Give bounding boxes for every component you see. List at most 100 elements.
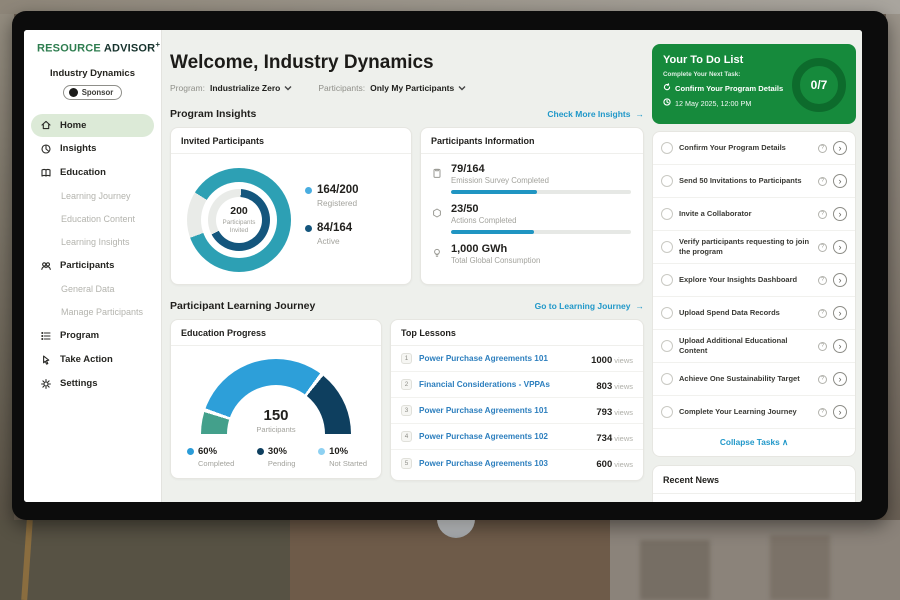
lesson-link[interactable]: Power Purchase Agreements 103 (419, 459, 589, 468)
task-checkbox[interactable] (661, 406, 673, 418)
section-title: Participant Learning Journey (170, 300, 315, 312)
task-row[interactable]: Achieve One Sustainability Target ? › (653, 363, 855, 396)
lesson-rank: 2 (401, 379, 412, 390)
sidebar-item-education[interactable]: Education (24, 161, 161, 185)
task-row[interactable]: Invite a Collaborator ? › (653, 198, 855, 231)
chevron-right-icon[interactable]: › (833, 339, 847, 353)
metric-value: 1,000 GWh (451, 243, 631, 255)
lesson-row: 1 Power Purchase Agreements 101 1000view… (391, 346, 643, 372)
legend-dot (187, 448, 194, 455)
lesson-link[interactable]: Power Purchase Agreements 101 (419, 406, 589, 415)
lesson-link[interactable]: Power Purchase Agreements 101 (419, 354, 584, 363)
info-icon[interactable]: ? (818, 210, 827, 219)
task-checkbox[interactable] (661, 175, 673, 187)
chevron-right-icon[interactable]: › (833, 207, 847, 221)
sidebar-item-insights[interactable]: Insights (24, 137, 161, 161)
sidebar-item-education-content[interactable]: Education Content (24, 208, 161, 231)
info-icon[interactable]: ? (818, 144, 827, 153)
sidebar-item-learning-insights[interactable]: Learning Insights (24, 231, 161, 254)
sidebar-item-home[interactable]: Home (31, 114, 154, 137)
program-filter-dropdown[interactable]: Industrialize Zero (210, 83, 292, 93)
chevron-right-icon[interactable]: › (833, 306, 847, 320)
task-checkbox[interactable] (661, 307, 673, 319)
task-checkbox[interactable] (661, 142, 673, 154)
chevron-right-icon[interactable]: › (833, 273, 847, 287)
card-title: Top Lessons (391, 320, 643, 346)
lesson-link[interactable]: Financial Considerations - VPPAs (419, 380, 589, 389)
background-blur-shape (640, 540, 710, 600)
sidebar-item-label: Insights (60, 143, 96, 154)
lesson-views: 600 (596, 459, 612, 470)
check-more-insights-link[interactable]: Check More Insights → (547, 109, 644, 119)
card-title: Participants Information (421, 128, 643, 154)
sidebar-item-manage-participants[interactable]: Manage Participants (24, 301, 161, 324)
task-row[interactable]: Upload Additional Educational Content ? … (653, 330, 855, 363)
gauge-center: 150 Participants (201, 407, 351, 434)
task-row[interactable]: Complete Your Learning Journey ? › (653, 396, 855, 429)
task-checkbox[interactable] (661, 340, 673, 352)
todo-next-task-label: Confirm Your Program Details (675, 84, 783, 93)
task-checkbox[interactable] (661, 241, 673, 253)
participants-filter-dropdown[interactable]: Only My Participants (370, 83, 466, 93)
background-band-left (0, 520, 290, 600)
invited-donut-body: 200 Participants Invited 164/200 Registe… (171, 154, 411, 272)
sidebar: RESOURCE ADVISOR+ Industry Dynamics Spon… (24, 30, 162, 502)
info-icon[interactable]: ? (818, 408, 827, 417)
metric-label: Actions Completed (451, 216, 631, 225)
program-filter: Program: Industrialize Zero (170, 83, 292, 93)
legend-label: Not Started (329, 459, 367, 468)
background-blur-shape (770, 535, 830, 600)
task-row[interactable]: Confirm Your Program Details ? › (653, 132, 855, 165)
info-icon[interactable]: ? (818, 276, 827, 285)
chevron-right-icon[interactable]: › (833, 240, 847, 254)
task-row[interactable]: Upload Spend Data Records ? › (653, 297, 855, 330)
task-checkbox[interactable] (661, 208, 673, 220)
task-checkbox[interactable] (661, 274, 673, 286)
metric-actions-completed: 23/50 Actions Completed (431, 203, 631, 234)
chevron-right-icon[interactable]: › (833, 372, 847, 386)
task-row[interactable]: Explore Your Insights Dashboard ? › (653, 264, 855, 297)
collapse-label: Collapse Tasks (720, 437, 780, 447)
legend-value: 60% (198, 446, 217, 457)
task-checkbox[interactable] (661, 373, 673, 385)
invited-participants-card: Invited Participants 200 Particip (170, 127, 412, 285)
sidebar-item-take-action[interactable]: Take Action (24, 348, 161, 372)
task-label: Verify participants requesting to join t… (679, 237, 812, 257)
metric-value: 23/50 (451, 203, 631, 215)
sidebar-item-settings[interactable]: Settings (24, 372, 161, 396)
info-icon[interactable]: ? (818, 177, 827, 186)
chevron-right-icon[interactable]: › (833, 141, 847, 155)
sidebar-item-general-data[interactable]: General Data (24, 278, 161, 301)
task-row[interactable]: Verify participants requesting to join t… (653, 231, 855, 264)
info-icon[interactable]: ? (818, 309, 827, 318)
task-row[interactable]: Send 50 Invitations to Participants ? › (653, 165, 855, 198)
views-suffix: views (614, 382, 633, 391)
learning-journey-header: Participant Learning Journey Go to Learn… (170, 300, 644, 312)
lesson-link[interactable]: Power Purchase Agreements 102 (419, 432, 589, 441)
legend-value: 84/164 (317, 222, 352, 234)
card-title: Education Progress (171, 320, 381, 346)
lesson-rank: 4 (401, 431, 412, 442)
sidebar-item-learning-journey[interactable]: Learning Journey (24, 185, 161, 208)
donut-center-value: 200 (230, 205, 248, 217)
lesson-row: 2 Financial Considerations - VPPAs 803vi… (391, 372, 643, 398)
collapse-tasks-link[interactable]: Collapse Tasks ∧ (653, 429, 855, 456)
sidebar-item-participants[interactable]: Participants (24, 254, 161, 278)
info-icon[interactable]: ? (818, 342, 827, 351)
chevron-down-icon (458, 83, 466, 93)
invited-donut-chart: 200 Participants Invited (187, 168, 291, 272)
sidebar-item-program[interactable]: Program (24, 324, 161, 348)
go-to-learning-journey-link[interactable]: Go to Learning Journey → (535, 301, 644, 311)
info-icon[interactable]: ? (818, 375, 827, 384)
info-icon[interactable]: ? (818, 243, 827, 252)
sidebar-item-label: Settings (60, 378, 97, 389)
chevron-right-icon[interactable]: › (833, 405, 847, 419)
program-insights-header: Program Insights Check More Insights → (170, 108, 644, 120)
sidebar-item-label: Education (60, 167, 106, 178)
todo-next-task[interactable]: Confirm Your Program Details (663, 83, 786, 93)
todo-progress-value: 0/7 (811, 78, 828, 92)
section-title: Program Insights (170, 108, 256, 120)
participants-filter-value: Only My Participants (370, 83, 454, 93)
chevron-right-icon[interactable]: › (833, 174, 847, 188)
sponsor-badge-label: Sponsor (82, 88, 114, 97)
